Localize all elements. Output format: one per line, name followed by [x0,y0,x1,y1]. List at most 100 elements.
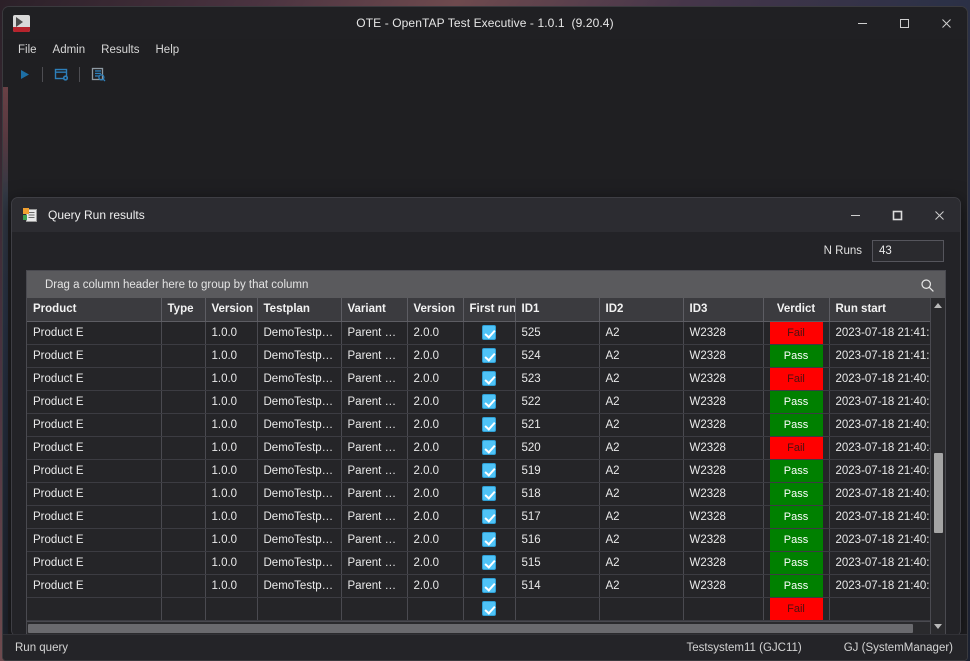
cell-id2: A2 [599,551,684,575]
cell-verdict: Pass [763,459,830,483]
column-header-id2[interactable]: ID2 [599,298,684,322]
cell-variant: Parent Ch... [341,482,408,506]
column-header-variant[interactable]: Variant [341,298,408,322]
dialog-titlebar: Query Run results [12,198,960,232]
column-header-verdict[interactable]: Verdict [763,298,830,322]
cell-product: Product E [27,344,162,368]
dialog-body: N Runs Drag a column header here to grou… [12,232,960,636]
cell-first-run [463,597,516,621]
menu-item-help[interactable]: Help [150,42,190,59]
horizontal-scrollbar[interactable] [27,620,930,634]
first-run-checkbox[interactable] [482,555,496,570]
cell-type [161,344,206,368]
horizontal-scroll-thumb[interactable] [28,623,913,633]
cell-version2: 2.0.0 [407,413,464,437]
run-play-icon[interactable] [12,63,36,85]
table-row[interactable]: Product E 1.0.0 DemoTestplan1 Parent Ch... 2… [27,321,945,345]
n-runs-input[interactable] [872,240,944,262]
first-run-checkbox[interactable] [482,371,496,386]
table-row[interactable]: Product E 1.0.0 DemoTestplan1 Parent Ch... 2… [27,551,945,575]
toolbar-separator [42,66,43,82]
cell-testplan: DemoTestplan1 [257,482,342,506]
first-run-checkbox[interactable] [482,509,496,524]
cell-version2: 2.0.0 [407,528,464,552]
table-row[interactable]: Product E 1.0.0 DemoTestplan1 Parent Ch... 2… [27,436,945,460]
cell-id1 [515,597,600,621]
close-icon[interactable] [925,7,967,39]
column-header-testplan[interactable]: Testplan [257,298,342,322]
scroll-down-icon[interactable] [931,620,945,634]
cell-product: Product E [27,574,162,598]
cell-id3: W2328 [683,367,764,391]
cell-id3: W2328 [683,344,764,368]
first-run-checkbox[interactable] [482,394,496,409]
cell-first-run [463,551,516,575]
cell-product: Product E [27,505,162,529]
first-run-checkbox[interactable] [482,486,496,501]
cell-testplan: DemoTestplan1 [257,459,342,483]
vertical-scroll-thumb[interactable] [934,453,943,534]
verdict-badge: Fail [769,597,823,619]
first-run-checkbox[interactable] [482,601,496,616]
cell-variant: Parent Ch... [341,551,408,575]
table-row[interactable]: Product E 1.0.0 DemoTestplan1 Parent Ch... 2… [27,344,945,368]
cell-version: 1.0.0 [205,574,258,598]
dialog-maximize-icon[interactable] [876,198,918,232]
first-run-checkbox[interactable] [482,325,496,340]
table-row[interactable]: Product E 1.0.0 DemoTestplan1 Parent Ch... 2… [27,367,945,391]
column-header-version[interactable]: Version [407,298,464,322]
vertical-scroll-track[interactable] [931,312,945,620]
column-header-product[interactable]: Product [27,298,162,322]
menu-item-file[interactable]: File [12,42,47,59]
first-run-checkbox[interactable] [482,440,496,455]
table-row[interactable]: Product E 1.0.0 DemoTestplan1 Parent Ch... 2… [27,390,945,414]
column-header-id3[interactable]: ID3 [683,298,764,322]
table-row[interactable]: Product E 1.0.0 DemoTestplan1 Parent Ch... 2… [27,459,945,483]
cell-version2: 2.0.0 [407,482,464,506]
cell-id3: W2328 [683,574,764,598]
first-run-checkbox[interactable] [482,463,496,478]
cell-type [161,321,206,345]
group-by-panel[interactable]: Drag a column header here to group by th… [27,271,945,298]
column-header-version[interactable]: Version [205,298,258,322]
window-settings-icon[interactable] [49,63,73,85]
cell-first-run [463,482,516,506]
main-titlebar: OTE - OpenTAP Test Executive - 1.0.1 (9.… [3,7,967,39]
table-row[interactable]: Fail [27,597,945,621]
menu-item-admin[interactable]: Admin [47,42,96,59]
column-header-run-start[interactable]: Run start [829,298,945,322]
column-header-type[interactable]: Type [161,298,206,322]
table-header-row: Product Type Version Testplan Variant Version… [27,298,945,322]
cell-version2 [407,597,464,621]
column-header-id1[interactable]: ID1 [515,298,600,322]
verdict-badge: Pass [769,482,823,504]
table-row[interactable]: Product E 1.0.0 DemoTestplan1 Parent Ch... 2… [27,528,945,552]
search-icon[interactable] [917,275,937,295]
table-row[interactable]: Product E 1.0.0 DemoTestplan1 Parent Ch... 2… [27,482,945,506]
verdict-badge: Fail [769,321,823,343]
first-run-checkbox[interactable] [482,417,496,432]
vertical-scrollbar[interactable] [930,298,945,634]
maximize-icon[interactable] [883,7,925,39]
cell-first-run [463,574,516,598]
first-run-checkbox[interactable] [482,532,496,547]
cell-verdict: Pass [763,528,830,552]
cell-version: 1.0.0 [205,482,258,506]
table-row[interactable]: Product E 1.0.0 DemoTestplan1 Parent Ch... 2… [27,413,945,437]
first-run-checkbox[interactable] [482,578,496,593]
minimize-icon[interactable] [841,7,883,39]
menu-item-results[interactable]: Results [95,42,149,59]
first-run-checkbox[interactable] [482,348,496,363]
query-results-icon[interactable] [86,63,110,85]
scroll-up-icon[interactable] [931,298,945,312]
dialog-close-icon[interactable] [918,198,960,232]
cell-variant: Parent Ch... [341,436,408,460]
dialog-minimize-icon[interactable] [834,198,876,232]
cell-type [161,390,206,414]
table-row[interactable]: Product E 1.0.0 DemoTestplan1 Parent Ch... 2… [27,505,945,529]
cell-id2: A2 [599,436,684,460]
column-header-first-run[interactable]: First run [463,298,516,322]
cell-id3: W2328 [683,459,764,483]
verdict-badge: Fail [769,436,823,458]
table-row[interactable]: Product E 1.0.0 DemoTestplan1 Parent Ch... 2… [27,574,945,598]
